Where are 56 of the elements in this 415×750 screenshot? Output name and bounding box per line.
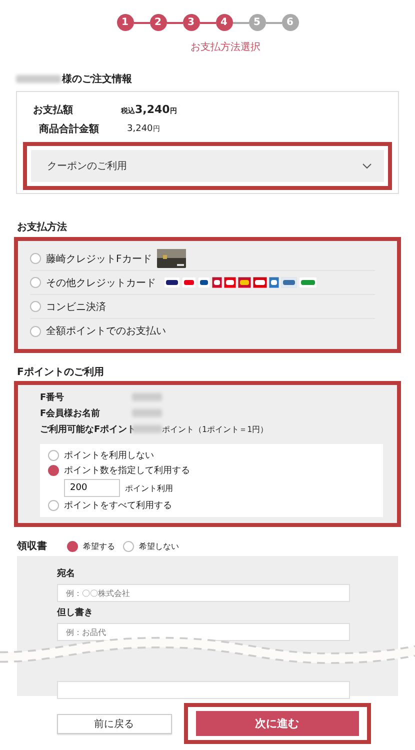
amount-label: 商品合計金額 — [39, 122, 100, 136]
input-suffix: ポイント利用 — [125, 482, 173, 494]
step-circle: 2 — [150, 14, 166, 31]
radio-button[interactable] — [30, 326, 41, 336]
radio-button[interactable] — [48, 450, 59, 461]
card-logo-icon — [198, 277, 210, 288]
field-label: 但し書き — [57, 606, 94, 619]
radio-button[interactable] — [123, 540, 134, 552]
amount-label: お支払額 — [33, 104, 74, 116]
card-logo-icon — [238, 277, 251, 288]
card-logo-icon — [224, 277, 236, 288]
input-field[interactable]: 例：〇〇株式会社 — [57, 584, 350, 602]
field-label: 宛名 — [57, 567, 76, 580]
section-heading: お支払方法 — [17, 220, 68, 234]
radio-button[interactable] — [48, 465, 59, 476]
field-label: F会員様お名前 — [40, 408, 102, 420]
points-input[interactable]: 200 — [64, 479, 120, 497]
option-label[interactable]: ポイントを利用しない — [64, 449, 154, 462]
card-logo-icon — [212, 277, 222, 288]
field-label: F番号 — [40, 391, 66, 404]
option-label[interactable]: 希望する — [83, 540, 115, 552]
radio-button[interactable] — [30, 301, 41, 312]
card-logo-icon — [164, 277, 180, 288]
coupon-toggle[interactable]: クーポンのご利用 — [31, 150, 384, 182]
radio-button[interactable] — [30, 253, 41, 264]
input-field[interactable]: 例：お品代 — [57, 623, 350, 641]
step-label: お支払方法選択 — [190, 40, 260, 54]
option-label[interactable]: その他クレジットカード — [46, 276, 156, 290]
step-circle: 3 — [182, 14, 200, 31]
option-label[interactable]: 藤崎クレジットFカード — [46, 252, 152, 266]
radio-button[interactable] — [30, 277, 41, 288]
input-field[interactable] — [57, 681, 350, 699]
next-button[interactable]: 次に進む — [196, 711, 358, 736]
card-logo-icon — [299, 277, 317, 288]
card-logo-icon — [269, 277, 279, 288]
section-heading: 様のご注文情報 — [62, 72, 132, 86]
step-circle: 1 — [116, 14, 134, 31]
section-heading: 領収書 — [17, 540, 47, 553]
radio-button[interactable] — [48, 500, 59, 511]
points-note: ポイント（1ポイント＝1円） — [162, 424, 268, 434]
option-label[interactable]: 希望しない — [139, 540, 179, 552]
card-logo-icon — [281, 277, 297, 288]
option-label[interactable]: 全額ポイントでのお支払い — [46, 324, 166, 338]
card-logo-icon — [253, 277, 267, 288]
option-label[interactable]: ポイントをすべて利用する — [64, 499, 172, 512]
section-heading: Fポイントのご利用 — [17, 366, 105, 379]
back-button[interactable]: 前に戻る — [56, 714, 172, 734]
credit-card-icon — [156, 249, 186, 268]
option-label[interactable]: ポイント数を指定して利用する — [64, 464, 190, 477]
card-logo-icon — [182, 277, 196, 288]
step-circle: 5 — [248, 14, 266, 31]
step-circle: 6 — [282, 14, 298, 31]
step-circle: 4 — [216, 14, 232, 31]
option-label[interactable]: コンビニ決済 — [46, 300, 106, 314]
radio-button[interactable] — [67, 540, 78, 552]
field-label: ご利用可能なFポイント — [40, 423, 132, 436]
